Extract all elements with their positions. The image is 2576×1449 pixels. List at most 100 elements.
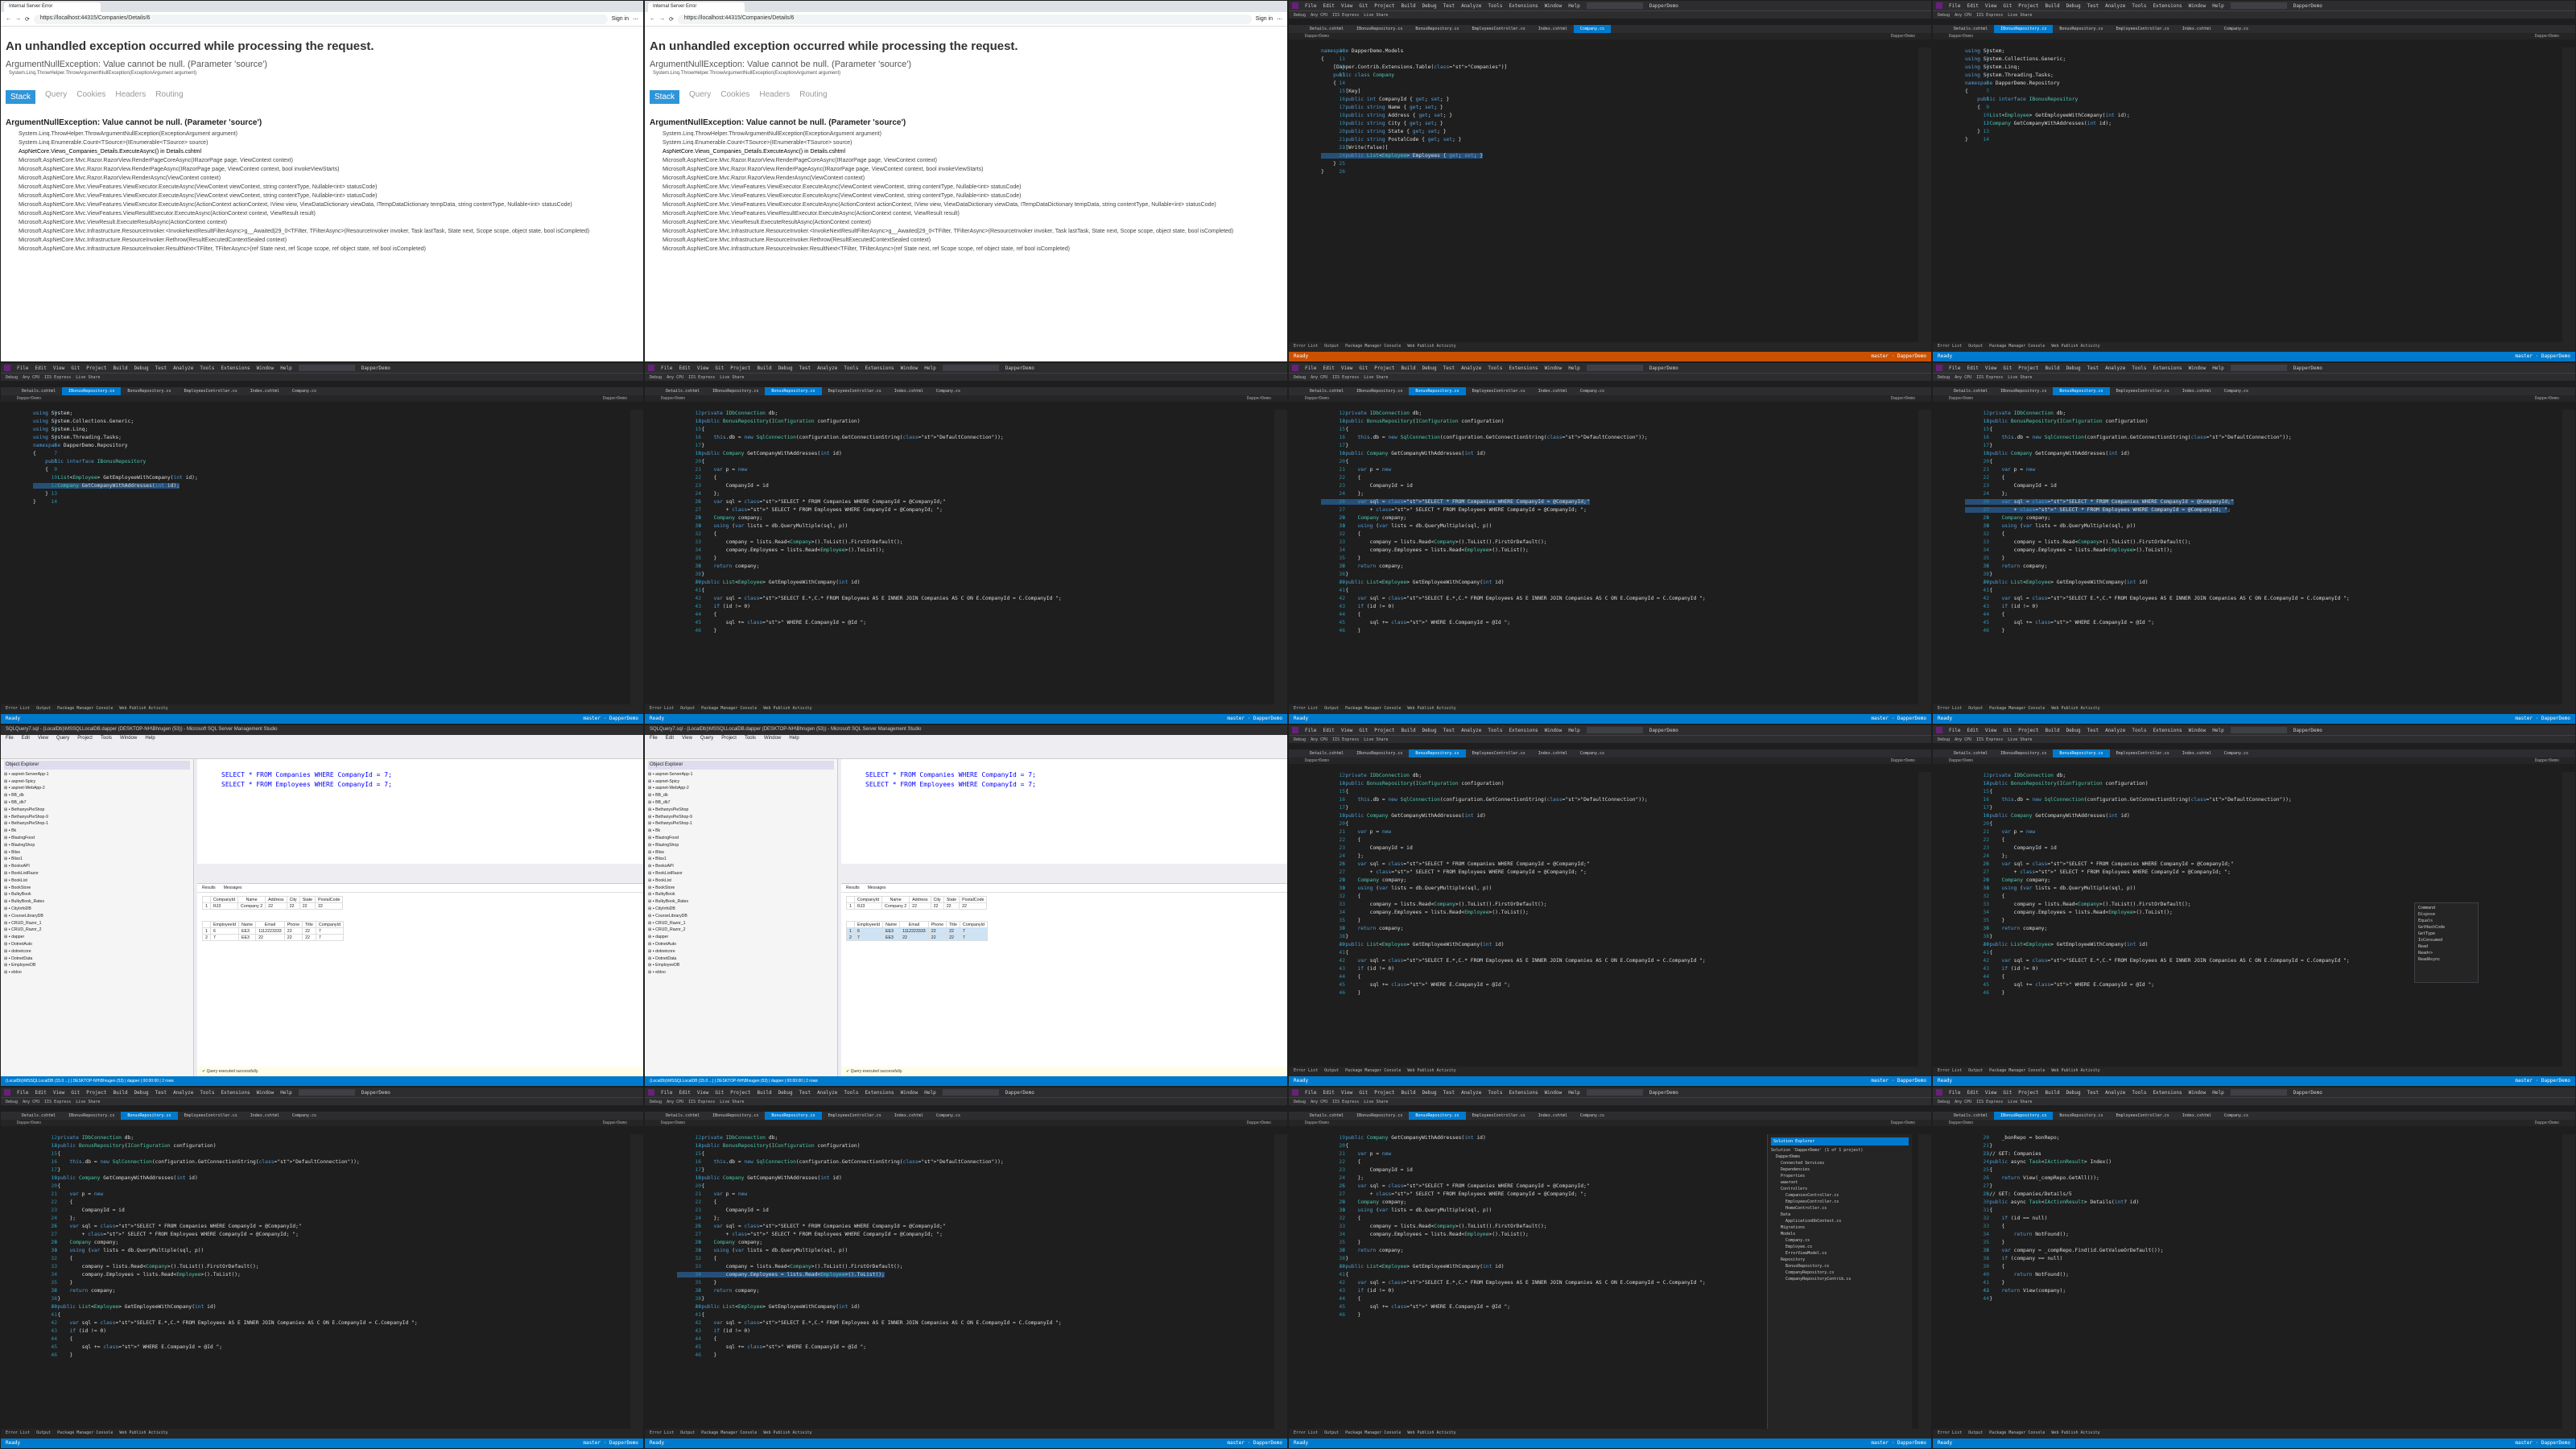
code-line[interactable]: public Company GetCompanyWithAddresses(i… — [1965, 451, 2129, 456]
toolbar-item[interactable]: Any CPU — [23, 1100, 39, 1104]
stack-frame[interactable]: System.Linq.Enumerable.Count<TSource>(IE… — [19, 139, 643, 147]
menu-debug[interactable]: Debug — [2066, 1090, 2081, 1096]
menu-edit[interactable]: Edit — [22, 736, 30, 742]
code-line[interactable]: var sql = class="st">"SELECT E.*,C.* FRO… — [1965, 958, 2347, 964]
bottom-tab[interactable]: Web Publish Activity — [119, 1430, 167, 1437]
menu-test[interactable]: Test — [1443, 728, 1455, 733]
menu-test[interactable]: Test — [155, 1090, 167, 1096]
code-line[interactable]: { — [33, 451, 36, 456]
menu-test[interactable]: Test — [1443, 1090, 1455, 1096]
toolbar-item[interactable]: IIS Express — [1976, 375, 2003, 380]
code-line[interactable]: using (var lists = db.QueryMultiple(sql,… — [1321, 523, 1492, 529]
toolbar-item[interactable]: Any CPU — [667, 1100, 683, 1104]
database-node[interactable]: ⊞ ▪ BB_db — [648, 792, 834, 799]
stack-frame[interactable]: Microsoft.AspNetCore.Mvc.Razor.RazorView… — [663, 166, 1287, 174]
database-node[interactable]: ⊞ ▪ Bliss1 — [648, 856, 834, 863]
stack-frame[interactable]: Microsoft.AspNetCore.Mvc.ViewResult.Exec… — [19, 219, 643, 227]
database-node[interactable]: ⊞ ▪ DotnetData — [4, 956, 190, 963]
intellisense-item[interactable]: GetType — [2418, 931, 2475, 937]
toolbar-item[interactable]: Any CPU — [1955, 13, 1971, 18]
menu-analyze[interactable]: Analyze — [2105, 728, 2125, 733]
editor-tab[interactable]: EmployeesController.cs — [822, 387, 888, 395]
menu-window[interactable]: Window — [1545, 365, 1563, 371]
code-line[interactable]: sql += class="st">" WHERE E.CompanyId = … — [1965, 620, 2152, 625]
editor-tab[interactable]: Company.cs — [930, 387, 967, 395]
menu-git[interactable]: Git — [2003, 728, 2012, 733]
menu-help[interactable]: Help — [2212, 365, 2223, 371]
menu-analyze[interactable]: Analyze — [1461, 1090, 1481, 1096]
menu-help[interactable]: Help — [2212, 1090, 2223, 1096]
menu-edit[interactable]: Edit — [1323, 728, 1334, 733]
database-node[interactable]: ⊞ ▪ Bliss1 — [4, 856, 190, 863]
menu-edit[interactable]: Edit — [666, 736, 674, 742]
database-node[interactable]: ⊞ ▪ BookList — [648, 877, 834, 885]
editor-tab[interactable]: BonusRepository.cs — [1409, 749, 1466, 758]
intellisense-popup[interactable]: Command Dispose Equals GetHashCode GetType Is… — [2414, 902, 2479, 983]
editor-tab[interactable]: Company.cs — [2218, 749, 2255, 758]
toolbar-item[interactable]: Any CPU — [1955, 737, 1971, 742]
bottom-tab[interactable]: Error List — [1294, 1068, 1318, 1075]
menu-tools[interactable]: Tools — [200, 1090, 214, 1096]
menu-view[interactable]: View — [1341, 728, 1352, 733]
solution-item[interactable]: Connected Services — [1771, 1160, 1909, 1166]
solution-item[interactable]: HomeController.cs — [1771, 1205, 1909, 1212]
menu-query[interactable]: Query — [700, 736, 713, 742]
stack-frame[interactable]: Microsoft.AspNetCore.Mvc.Razor.RazorView… — [19, 157, 643, 165]
menu-tools[interactable]: Tools — [1488, 728, 1502, 733]
solution-item[interactable]: Dependencies — [1771, 1166, 1909, 1173]
menu-git[interactable]: Git — [1359, 1090, 1368, 1096]
menu-debug[interactable]: Debug — [1422, 365, 1437, 371]
search-input[interactable] — [1586, 1089, 1643, 1096]
menu-file[interactable]: File — [1949, 1090, 1960, 1096]
messages-tab[interactable]: Messages — [868, 886, 886, 890]
bottom-tab[interactable]: Output — [1968, 706, 1983, 712]
reload-icon[interactable]: ⟳ — [669, 16, 674, 23]
editor-tab[interactable]: Company.cs — [2218, 387, 2255, 395]
database-node[interactable]: ⊞ ▪ BulkyBook — [648, 891, 834, 898]
toolbar-item[interactable]: Any CPU — [1955, 1100, 1971, 1104]
menu-test[interactable]: Test — [1443, 365, 1455, 371]
editor-tab[interactable]: Index.cshtml — [2176, 25, 2218, 33]
toolbar-item[interactable]: Debug — [1294, 13, 1306, 18]
solution-item[interactable]: CompanyRepository.cs — [1771, 1269, 1909, 1276]
menu-analyze[interactable]: Analyze — [1461, 3, 1481, 9]
editor-tab[interactable]: Details.cshtml — [659, 1112, 706, 1120]
search-input[interactable] — [2230, 727, 2287, 733]
bottom-tab[interactable]: Web Publish Activity — [2051, 344, 2099, 350]
code-editor[interactable]: 12 private IDbConnection db; 13 14 public … — [1, 1134, 630, 1429]
editor-tab[interactable]: Index.cshtml — [1532, 749, 1574, 758]
menu-analyze[interactable]: Analyze — [2105, 365, 2125, 371]
bottom-tab[interactable]: Web Publish Activity — [763, 706, 811, 712]
editor-tab[interactable]: IBonusRepository.cs — [1350, 387, 1409, 395]
code-line[interactable]: company = lists.Read<Company>().ToList()… — [1321, 539, 1547, 545]
intellisense-item[interactable]: Command — [2418, 905, 2475, 911]
menu-window[interactable]: Window — [1545, 1090, 1563, 1096]
toolbar-item[interactable]: Debug — [6, 1100, 18, 1104]
companies-result-grid[interactable]: CompanyId Name Address City State PostalCode 1… — [202, 896, 344, 910]
menu-debug[interactable]: Debug — [1422, 3, 1437, 9]
menu-tools[interactable]: Tools — [844, 365, 858, 371]
nav-bar[interactable]: DapperDemo DapperDemo — [1289, 758, 1931, 764]
nav-bar[interactable]: DapperDemo DapperDemo — [645, 395, 1287, 402]
solution-item[interactable]: ErrorViewModel.cs — [1771, 1250, 1909, 1257]
toolbar-item[interactable]: Any CPU — [1311, 1100, 1327, 1104]
toolbar-item[interactable]: Debug — [650, 375, 662, 380]
database-node[interactable]: ⊞ ▪ Bliss — [4, 849, 190, 857]
menu-analyze[interactable]: Analyze — [1461, 365, 1481, 371]
database-node[interactable]: ⊞ ▪ BooksAPI — [4, 863, 190, 870]
tab-headers[interactable]: Headers — [115, 90, 146, 104]
stack-frame[interactable]: System.Linq.Enumerable.Count<TSource>(IE… — [663, 139, 1287, 147]
editor-tab[interactable]: Index.cshtml — [1532, 25, 1574, 33]
solution-item[interactable]: CompaniesController.cs — [1771, 1192, 1909, 1199]
menu-test[interactable]: Test — [799, 365, 811, 371]
menu-extensions[interactable]: Extensions — [1509, 3, 1538, 9]
code-line[interactable]: var company = _compRepo.Find(id.GetValue… — [1965, 1248, 2164, 1253]
database-node[interactable]: ⊞ ▪ BethanysPieShop — [4, 807, 190, 814]
nav-bar[interactable]: DapperDemo DapperDemo — [1933, 1120, 2575, 1126]
toolbar-item[interactable]: IIS Express — [1332, 737, 1359, 742]
menu-file[interactable]: File — [661, 365, 672, 371]
code-line[interactable]: company.Employees = lists.Read<Employee>… — [1321, 547, 1529, 553]
bottom-tab[interactable]: Error List — [6, 1430, 30, 1437]
code-line[interactable]: sql += class="st">" WHERE E.CompanyId = … — [1321, 982, 1508, 988]
editor-tab[interactable]: Details.cshtml — [1947, 1112, 1994, 1120]
